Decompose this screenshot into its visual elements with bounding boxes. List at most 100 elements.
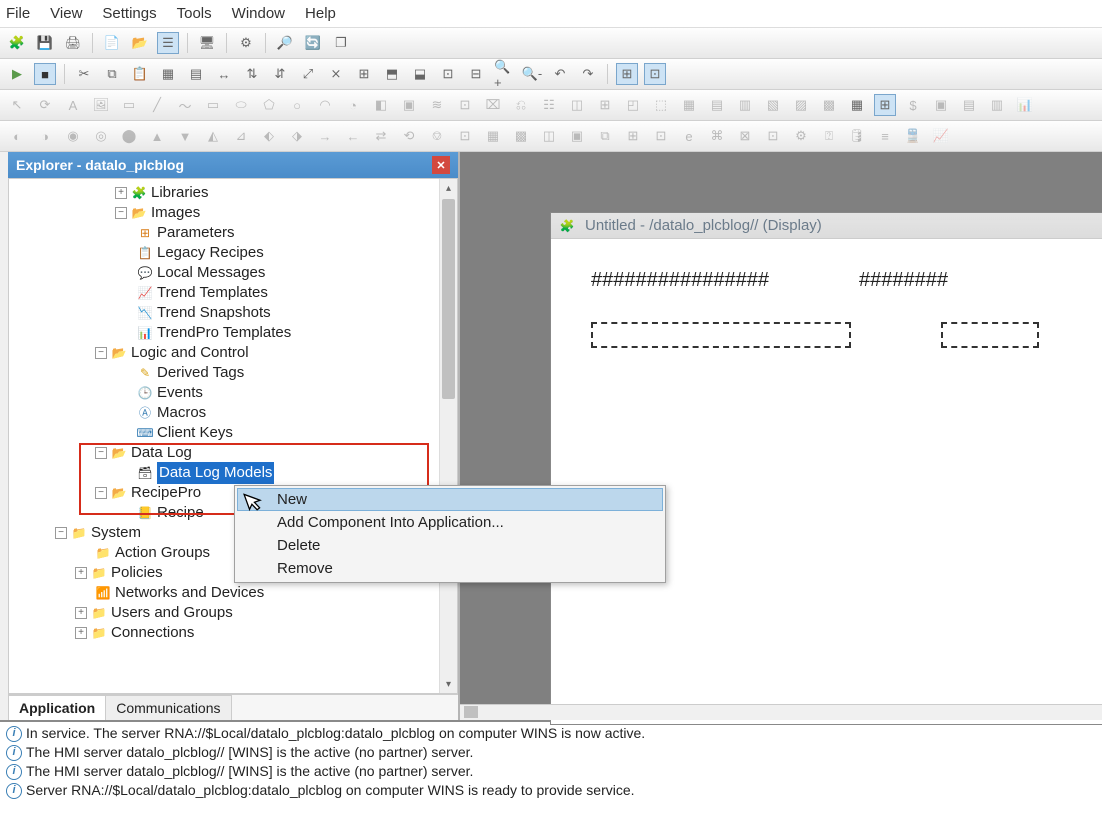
obj-icon[interactable]: e	[678, 125, 700, 147]
close-icon[interactable]: ✕	[432, 156, 450, 174]
obj-icon[interactable]: ◰	[622, 94, 644, 116]
tree-item-events[interactable]: 🕒Events	[13, 383, 457, 403]
tree-item-trend-templates[interactable]: 📈Trend Templates	[13, 283, 457, 303]
obj-icon[interactable]: ⬤	[118, 125, 140, 147]
tag-browser-icon[interactable]: ⊞	[616, 63, 638, 85]
obj-icon[interactable]: ◫	[538, 125, 560, 147]
obj-icon[interactable]: ▥	[986, 94, 1008, 116]
display-window[interactable]: 🧩 Untitled - /datalo_plcblog// (Display)…	[550, 212, 1102, 725]
obj-icon[interactable]: ▥	[734, 94, 756, 116]
collapse-icon[interactable]: −	[55, 527, 67, 539]
tree-item-networks[interactable]: 📶Networks and Devices	[13, 583, 457, 603]
wedge-icon[interactable]: ◔	[342, 94, 364, 116]
obj-icon[interactable]: ▼	[174, 125, 196, 147]
find-icon[interactable]: 🔎	[274, 32, 296, 54]
copy-icon[interactable]: ⧉	[101, 63, 123, 85]
menu-settings[interactable]: Settings	[102, 5, 156, 22]
obj-icon[interactable]: ⊡	[454, 94, 476, 116]
obj-icon[interactable]: ◧	[370, 94, 392, 116]
expand-icon[interactable]: +	[115, 187, 127, 199]
obj-icon[interactable]: ⟲	[398, 125, 420, 147]
scroll-down-icon[interactable]: ▾	[440, 675, 457, 693]
obj-icon[interactable]: ▨	[790, 94, 812, 116]
tool-icon[interactable]: ⨯	[325, 63, 347, 85]
arc-icon[interactable]: ◠	[314, 94, 336, 116]
obj-icon[interactable]: ⊡	[762, 125, 784, 147]
ellipse-icon[interactable]: ○	[286, 94, 308, 116]
save-icon[interactable]: 💾	[34, 32, 56, 54]
display-body[interactable]: ################ ########	[551, 239, 1102, 408]
tree-item-derived-tags[interactable]: ✎Derived Tags	[13, 363, 457, 383]
obj-icon[interactable]: ◭	[202, 125, 224, 147]
text-input-placeholder-1[interactable]	[591, 322, 851, 348]
tree-item-data-log[interactable]: −📂Data Log	[13, 443, 457, 463]
text-icon[interactable]: A	[62, 94, 84, 116]
tree-item-local-messages[interactable]: 💬Local Messages	[13, 263, 457, 283]
tab-communications[interactable]: Communications	[105, 695, 231, 720]
obj-icon[interactable]: 🚆	[902, 125, 924, 147]
undo-icon[interactable]: ↶	[549, 63, 571, 85]
obj-icon[interactable]: ◐	[6, 125, 28, 147]
obj-icon[interactable]: ⎊	[426, 125, 448, 147]
zoom-in-icon[interactable]: 🔍+	[493, 63, 515, 85]
obj-icon[interactable]: $	[902, 94, 924, 116]
tree-item-client-keys[interactable]: ⌨Client Keys	[13, 423, 457, 443]
obj-icon[interactable]: ⊡	[454, 125, 476, 147]
obj-icon[interactable]: ▤	[958, 94, 980, 116]
obj-icon[interactable]: 📊	[1014, 94, 1036, 116]
obj-icon[interactable]: ◑	[34, 125, 56, 147]
obj-icon[interactable]: ▲	[146, 125, 168, 147]
obj-icon[interactable]: ⬚	[650, 94, 672, 116]
menu-view[interactable]: View	[50, 5, 82, 22]
rect-icon[interactable]: ▭	[202, 94, 224, 116]
obj-icon[interactable]: ⧉	[594, 125, 616, 147]
tool-icon[interactable]: ⬒	[381, 63, 403, 85]
tool-icon[interactable]: ⊡	[437, 63, 459, 85]
line-icon[interactable]: ╱	[146, 94, 168, 116]
obj-icon[interactable]: ▦	[678, 94, 700, 116]
obj-icon[interactable]: ☷	[538, 94, 560, 116]
expand-icon[interactable]: +	[75, 567, 87, 579]
obj-icon[interactable]: ▤	[706, 94, 728, 116]
tree-item-connections[interactable]: +📁Connections	[13, 623, 457, 643]
tree-item-users[interactable]: +📁Users and Groups	[13, 603, 457, 623]
tool-icon[interactable]: ⊟	[465, 63, 487, 85]
open-folder-icon[interactable]: 📂	[129, 32, 151, 54]
tree-item-trendpro[interactable]: 📊TrendPro Templates	[13, 323, 457, 343]
numeric-display-2[interactable]: ########	[859, 269, 948, 292]
obj-icon[interactable]: ⌘	[706, 125, 728, 147]
obj-icon[interactable]: ◎	[90, 125, 112, 147]
tool-icon[interactable]: ↔	[213, 63, 235, 85]
context-menu-add-component[interactable]: Add Component Into Application...	[237, 511, 663, 534]
pointer-icon[interactable]: ↖	[6, 94, 28, 116]
obj-icon[interactable]: ◫	[566, 94, 588, 116]
obj-icon[interactable]: ▣	[930, 94, 952, 116]
menu-file[interactable]: File	[6, 5, 30, 22]
tool-icon[interactable]: ⇵	[269, 63, 291, 85]
numeric-display-1[interactable]: ################	[591, 269, 769, 292]
collapse-icon[interactable]: −	[115, 207, 127, 219]
image-icon[interactable]: 🖼	[90, 94, 112, 116]
obj-icon[interactable]: ◉	[62, 125, 84, 147]
rotate-icon[interactable]: ⟳	[34, 94, 56, 116]
collapse-icon[interactable]: −	[95, 447, 107, 459]
monitor-icon[interactable]: 🖥	[196, 32, 218, 54]
list-icon[interactable]: ☰	[157, 32, 179, 54]
tab-application[interactable]: Application	[8, 695, 106, 720]
obj-icon[interactable]: ⊞	[622, 125, 644, 147]
tool-icon[interactable]: ⊞	[353, 63, 375, 85]
collapse-icon[interactable]: −	[95, 347, 107, 359]
obj-icon[interactable]: ⊞	[594, 94, 616, 116]
menu-tools[interactable]: Tools	[177, 5, 212, 22]
context-menu-remove[interactable]: Remove	[237, 557, 663, 580]
snap-icon[interactable]: ⊞	[874, 94, 896, 116]
db-icon[interactable]: ⚙	[235, 32, 257, 54]
obj-icon[interactable]: →	[314, 125, 336, 147]
obj-icon[interactable]: ⊡	[650, 125, 672, 147]
obj-icon[interactable]: 🛢	[846, 125, 868, 147]
new-file-icon[interactable]: 📄	[101, 32, 123, 54]
window-icon[interactable]: ❐	[330, 32, 352, 54]
obj-icon[interactable]: ≡	[874, 125, 896, 147]
roundrect-icon[interactable]: ⬭	[230, 94, 252, 116]
text-input-placeholder-2[interactable]	[941, 322, 1039, 348]
